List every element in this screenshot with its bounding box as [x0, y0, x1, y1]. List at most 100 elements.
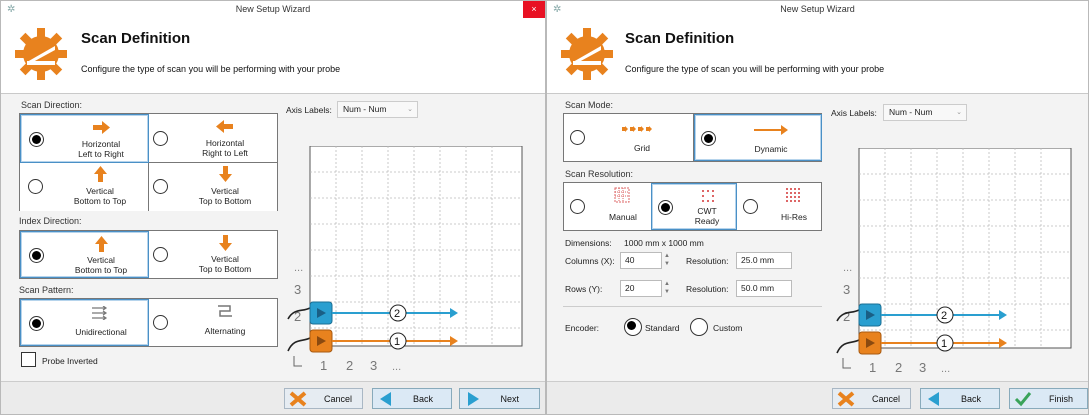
arrow-down-icon [219, 235, 232, 251]
axis-labels-label: Axis Labels: [286, 105, 332, 115]
option-label: Dynamic [754, 144, 788, 154]
unidirectional-icon [92, 306, 108, 320]
next-button[interactable]: Next [459, 388, 540, 409]
chevron-down-icon: ⌄ [407, 106, 413, 113]
option-horizontal-right-to-left[interactable]: Horizontal Right to Left [149, 114, 277, 162]
radio-button[interactable] [153, 247, 168, 262]
row-label: ... [843, 262, 852, 274]
probe-inverted-label: Probe Inverted [42, 356, 98, 366]
option-line2: Top to Bottom [198, 196, 252, 206]
page-title: Scan Definition [81, 30, 191, 47]
row-label: ... [294, 262, 303, 274]
axis-labels-value: Num - Num [343, 104, 387, 114]
option-vertical-top-to-bottom[interactable]: Vertical Top to Bottom [149, 163, 277, 211]
arrow-left-icon [216, 120, 233, 133]
option-unidirectional[interactable]: Unidirectional [20, 299, 149, 346]
column-label: 1 [869, 360, 876, 375]
window-title: New Setup Wizard [780, 4, 855, 14]
scan-diagram: ... 3 2 2 1 1 2 3 ... [287, 146, 523, 373]
option-dynamic[interactable]: Dynamic [694, 114, 822, 161]
back-button[interactable]: Back [372, 388, 452, 409]
encoder-custom-radio[interactable] [690, 318, 708, 336]
columns-value: 40 [625, 255, 635, 265]
cancel-x-icon [289, 391, 307, 407]
option-vertical-bottom-to-top[interactable]: Vertical Bottom to Top [20, 163, 148, 211]
radio-button[interactable] [28, 179, 43, 194]
scan-direction-label: Scan Direction: [21, 100, 83, 110]
radio-button[interactable] [570, 130, 585, 145]
index-direction-group: Vertical Bottom to Top Vertical Top to Bot… [19, 230, 278, 279]
scan-mode-group: Grid Dynamic [563, 113, 822, 162]
radio-button[interactable] [29, 316, 44, 331]
option-index-top-to-bottom[interactable]: Vertical Top to Bottom [149, 231, 277, 278]
scan-pattern-label: Scan Pattern: [19, 285, 74, 295]
cancel-x-icon [837, 391, 855, 407]
option-grid[interactable]: Grid [564, 114, 693, 161]
columns-stepper[interactable]: ▲ ▼ [661, 252, 673, 269]
arrow-up-icon [95, 236, 108, 252]
radio-button[interactable] [658, 200, 673, 215]
next-label: Next [500, 394, 519, 404]
rows-stepper[interactable]: ▲ ▼ [661, 280, 673, 297]
cancel-button[interactable]: Cancel [832, 388, 911, 409]
columns-input[interactable]: 40 [620, 252, 662, 269]
back-arrow-icon [380, 392, 391, 406]
scan-direction-group: Horizontal Left to Right Horizontal Right … [19, 113, 278, 211]
option-label: Alternating [204, 326, 246, 336]
row-label: 2 [843, 309, 850, 324]
arrow-up-icon [94, 166, 107, 182]
radio-button[interactable] [743, 199, 758, 214]
radio-button[interactable] [570, 199, 585, 214]
arrow-right-icon [93, 121, 110, 134]
back-arrow-icon [928, 392, 939, 406]
finish-label: Finish [1048, 394, 1073, 404]
back-button[interactable]: Back [920, 388, 1000, 409]
page-subtitle: Configure the type of scan you will be p… [81, 64, 341, 74]
encoder-label: Encoder: [565, 323, 600, 333]
option-index-bottom-to-top[interactable]: Vertical Bottom to Top [20, 231, 149, 278]
option-label: Hi-Res [781, 212, 807, 222]
option-alternating[interactable]: Alternating [149, 299, 277, 346]
encoder-custom-label: Custom [713, 323, 743, 333]
radio-button[interactable] [29, 132, 44, 147]
rows-input[interactable]: 20 [620, 280, 662, 297]
encoder-standard-radio[interactable] [624, 318, 642, 336]
index-direction-label: Index Direction: [19, 216, 82, 226]
option-line1: Vertical [211, 186, 239, 196]
probe-number: 2 [394, 308, 400, 320]
probe-inverted-checkbox[interactable] [21, 352, 36, 367]
page-title: Scan Definition [625, 30, 735, 47]
radio-button[interactable] [153, 131, 168, 146]
option-horizontal-left-to-right[interactable]: Horizontal Left to Right [20, 114, 149, 163]
rows-resolution-value: 50.0 mm [741, 283, 775, 293]
finish-button[interactable]: Finish [1009, 388, 1088, 409]
axis-labels-value: Num - Num [889, 107, 933, 117]
right-wizard-window: ✲ New Setup Wizard Scan Definition Confi… [546, 0, 1089, 415]
option-line2: Left to Right [78, 149, 124, 159]
radio-button[interactable] [153, 179, 168, 194]
cancel-button[interactable]: Cancel [284, 388, 363, 409]
rows-resolution-field[interactable]: 50.0 mm [736, 280, 792, 297]
option-line2: Bottom to Top [73, 196, 127, 206]
probe-number: 1 [394, 336, 400, 348]
axis-labels-dropdown[interactable]: Num - Num ⌄ [337, 101, 418, 118]
option-line1: CWT [697, 206, 717, 216]
radio-button[interactable] [153, 315, 168, 330]
probe-number: 1 [941, 338, 947, 350]
option-hi-res[interactable]: Hi-Res [737, 183, 821, 230]
title-bar: ✲ New Setup Wizard × [1, 1, 545, 19]
wizard-header: Scan Definition Configure the type of sc… [1, 18, 545, 94]
axis-labels-dropdown[interactable]: Num - Num ⌄ [883, 104, 967, 121]
option-manual[interactable]: Manual [564, 183, 651, 230]
columns-resolution-field[interactable]: 25.0 mm [736, 252, 792, 269]
option-line2: Top to Bottom [198, 264, 252, 274]
option-line1: Horizontal [205, 138, 245, 148]
close-button[interactable]: × [523, 1, 545, 18]
grid-arrows-icon [622, 126, 652, 132]
radio-button[interactable] [29, 248, 44, 263]
divider [563, 306, 822, 307]
option-cwt-ready[interactable]: CWT Ready [651, 183, 737, 230]
radio-button[interactable] [701, 131, 716, 146]
column-label: 2 [895, 360, 902, 375]
option-line2: Bottom to Top [74, 265, 128, 275]
